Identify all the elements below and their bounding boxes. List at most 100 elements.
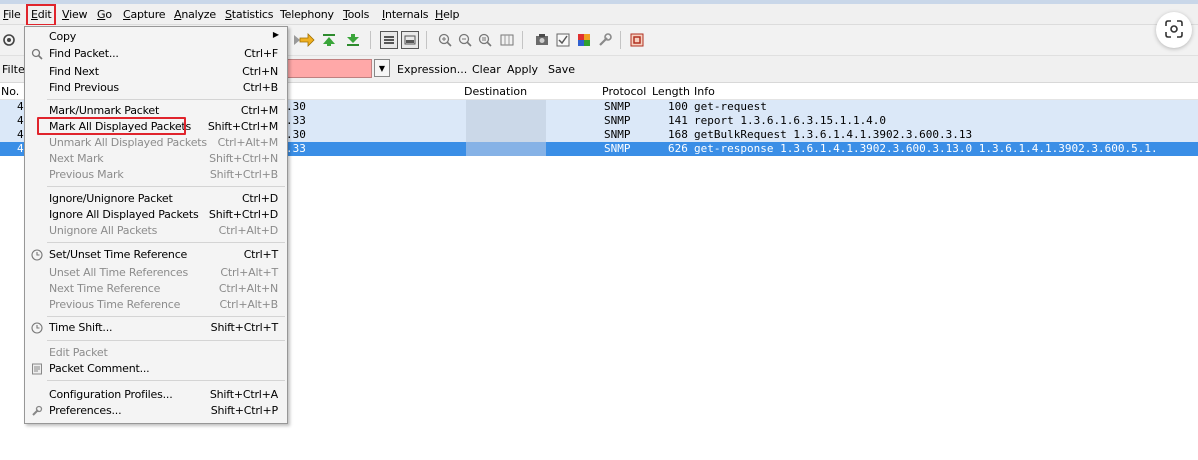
clear-button[interactable]: Clear [472,63,501,76]
packet-info: getBulkRequest 1.3.6.1.4.1.3902.3.600.3.… [694,128,973,141]
menu-item-find-previous[interactable]: Find Previous Ctrl+B [25,80,287,96]
capture-options-icon[interactable] [0,31,18,49]
menu-item-label: Set/Unset Time Reference [49,248,188,261]
display-filter-input[interactable] [280,59,372,78]
colorize-icon[interactable] [380,31,398,49]
menu-capture[interactable]: Capture [123,8,166,21]
menu-go[interactable]: Go [97,8,112,21]
capture-filters-icon[interactable] [533,31,551,49]
packet-no: 4 [17,128,24,141]
menu-item-shortcut: Shift+Ctrl+A [209,388,278,401]
zoom-out-icon[interactable] [456,31,474,49]
menu-analyze[interactable]: Analyze [174,8,216,21]
filter-dropdown-button[interactable]: ▼ [374,59,390,77]
menu-bar: File Edit View Go Capture Analyze Statis… [0,4,1198,25]
menu-item-previous-time-reference[interactable]: Previous Time Reference Ctrl+Alt+B [25,297,287,313]
menu-help[interactable]: Help [435,8,459,21]
display-filters-icon[interactable] [554,31,572,49]
menu-item-shortcut: Shift+Ctrl+T [210,321,279,334]
menu-item-label: Time Shift... [49,321,113,334]
menu-item-time-shift[interactable]: Time Shift... Shift+Ctrl+T [25,320,287,336]
go-last-icon[interactable] [344,31,362,49]
menu-item-label: Previous Mark [49,168,124,181]
toolbar-separator [370,31,371,49]
menu-item-copy[interactable]: Copy ▶ [25,29,287,45]
normal-size-icon[interactable] [476,31,494,49]
menu-item-label: Unmark All Displayed Packets [49,136,207,149]
menu-item-label: Find Previous [49,81,119,94]
go-first-icon[interactable] [320,31,338,49]
packet-no: 4 [17,142,24,155]
menu-item-shortcut: Ctrl+N [242,65,278,78]
expression-button[interactable]: Expression... [397,63,467,76]
packet-source: .33 [286,142,306,155]
go-to-packet-icon[interactable] [298,31,316,49]
packet-protocol: SNMP [604,114,631,127]
menu-item-next-time-reference[interactable]: Next Time Reference Ctrl+Alt+N [25,281,287,297]
menu-item-label: Edit Packet [49,346,108,359]
destination-redacted [466,114,546,128]
menu-item-shortcut: Shift+Ctrl+N [209,152,278,165]
menu-item-shortcut: Ctrl+Alt+D [218,224,279,237]
menu-divider [47,380,285,381]
packet-length: 141 [668,114,688,127]
screenshot-lens-button[interactable] [1156,12,1192,48]
menu-item-label: Ignore/Unignore Packet [49,192,173,205]
menu-internals[interactable]: Internals [382,8,429,21]
menu-item-label: Preferences... [49,404,122,417]
menu-item-unset-all-time-references[interactable]: Unset All Time References Ctrl+Alt+T [25,265,287,281]
column-no[interactable]: No. [1,85,19,98]
menu-item-shortcut: Ctrl+Alt+B [219,298,279,311]
save-button[interactable]: Save [548,63,575,76]
edit-menu-highlight-box [26,4,56,26]
preferences-icon[interactable] [596,31,614,49]
menu-item-preferences[interactable]: Preferences... Shift+Ctrl+P [25,403,287,419]
scan-icon [1164,19,1184,42]
menu-item-shortcut: Ctrl+B [242,81,278,94]
mark-all-displayed-highlight-box [37,117,186,135]
toolbar-separator [620,31,621,49]
menu-item-ignore-all-displayed[interactable]: Ignore All Displayed Packets Shift+Ctrl+… [25,207,287,223]
menu-item-find-next[interactable]: Find Next Ctrl+N [25,64,287,80]
column-destination[interactable]: Destination [464,85,527,98]
resize-columns-icon[interactable] [498,31,516,49]
toolbar-separator [522,31,523,49]
menu-tools[interactable]: Tools [343,8,369,21]
column-info[interactable]: Info [694,85,715,98]
coloring-rules-icon[interactable] [575,31,593,49]
menu-item-shortcut: Shift+Ctrl+B [209,168,278,181]
help-icon[interactable] [628,31,646,49]
menu-item-configuration-profiles[interactable]: Configuration Profiles... Shift+Ctrl+A [25,387,287,403]
menu-item-shortcut: Shift+Ctrl+D [208,208,278,221]
menu-item-unmark-all-displayed[interactable]: Unmark All Displayed Packets Ctrl+Alt+M [25,135,287,151]
menu-item-set-time-reference[interactable]: Set/Unset Time Reference Ctrl+T [25,247,287,263]
menu-item-ignore-unignore[interactable]: Ignore/Unignore Packet Ctrl+D [25,191,287,207]
column-length[interactable]: Length [652,85,690,98]
menu-view[interactable]: View [62,8,88,21]
menu-statistics[interactable]: Statistics [225,8,274,21]
menu-item-shortcut: Ctrl+Alt+T [220,266,278,279]
menu-item-unignore-all[interactable]: Unignore All Packets Ctrl+Alt+D [25,223,287,239]
menu-item-shortcut: Shift+Ctrl+P [210,404,278,417]
menu-divider [47,340,285,341]
filter-label: Filte [2,63,25,76]
menu-item-label: Packet Comment... [49,362,150,375]
menu-item-label: Next Mark [49,152,104,165]
menu-item-next-mark[interactable]: Next Mark Shift+Ctrl+N [25,151,287,167]
apply-button[interactable]: Apply [507,63,538,76]
packet-length: 626 [668,142,688,155]
auto-scroll-icon[interactable] [401,31,419,49]
menu-item-find-packet[interactable]: Find Packet... Ctrl+F [25,46,287,62]
menu-item-previous-mark[interactable]: Previous Mark Shift+Ctrl+B [25,167,287,183]
packet-length: 168 [668,128,688,141]
menu-item-label: Unignore All Packets [49,224,158,237]
zoom-in-icon[interactable] [436,31,454,49]
menu-item-packet-comment[interactable]: Packet Comment... [25,361,287,377]
clock-icon [30,248,43,261]
menu-telephony[interactable]: Telephony [280,8,334,21]
menu-item-label: Previous Time Reference [49,298,181,311]
menu-item-edit-packet[interactable]: Edit Packet [25,345,287,361]
packet-source: .30 [286,100,306,113]
column-protocol[interactable]: Protocol [602,85,646,98]
menu-file[interactable]: File [3,8,21,21]
